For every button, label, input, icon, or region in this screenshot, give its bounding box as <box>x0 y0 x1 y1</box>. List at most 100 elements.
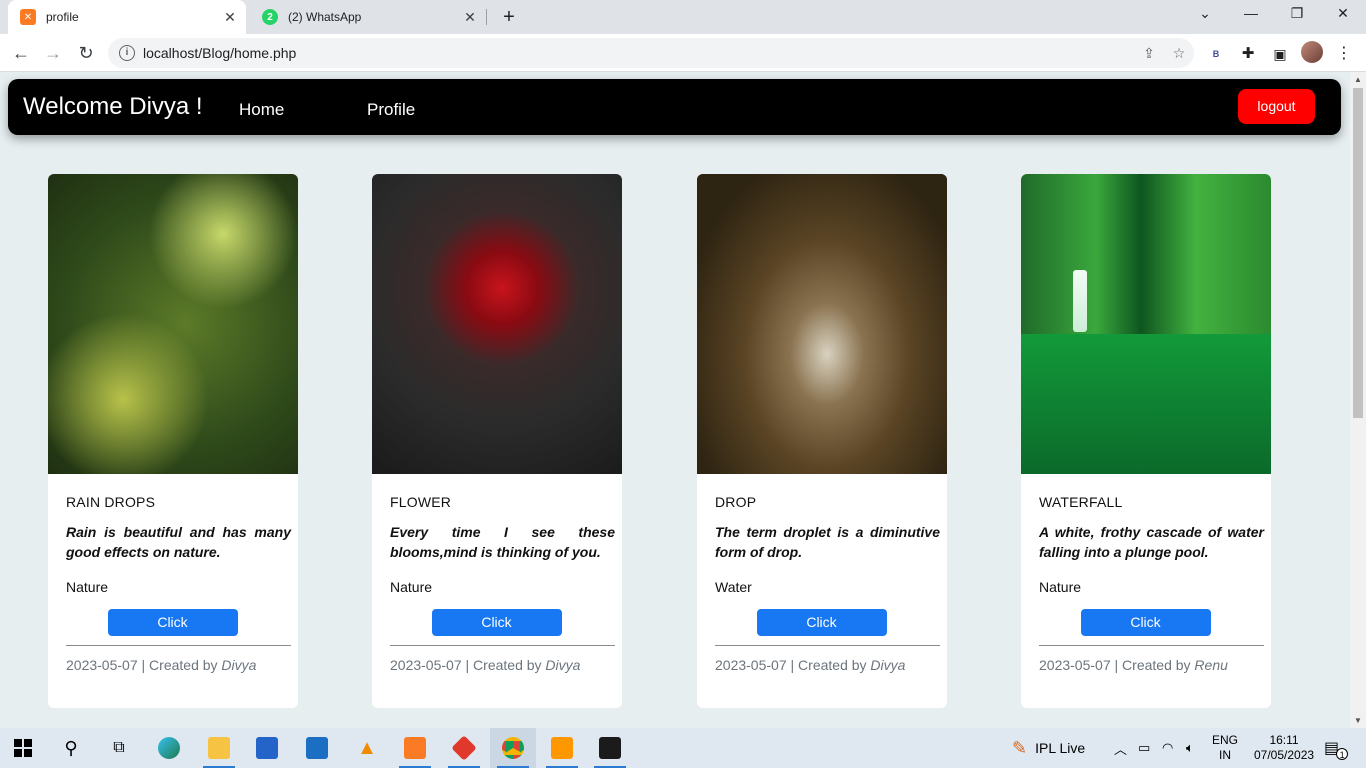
share-icon[interactable]: ⇪ <box>1134 45 1164 62</box>
address-bar[interactable]: i localhost/Blog/home.php ⇪ ☆ <box>108 38 1194 68</box>
window-close-icon[interactable]: ✕ <box>1328 5 1358 22</box>
windows-start-icon[interactable] <box>0 728 46 768</box>
battery-icon[interactable]: ▭ <box>1138 728 1150 768</box>
language-indicator[interactable]: ENG IN <box>1212 728 1238 768</box>
post-author: Divya <box>545 657 581 673</box>
post-category: Water <box>715 579 752 595</box>
post-author: Renu <box>1194 657 1228 673</box>
volume-icon[interactable]: 🔈︎ <box>1186 728 1194 768</box>
notification-count: 1 <box>1336 748 1349 760</box>
clock-date: 07/05/2023 <box>1254 748 1315 762</box>
post-description: Rain is beautiful and has many good effe… <box>66 524 291 560</box>
tab-profile[interactable]: ✕ profile ✕ <box>8 0 246 34</box>
cricket-icon: ✎ <box>1012 737 1028 758</box>
post-click-button[interactable]: Click <box>431 609 562 636</box>
tab-search-icon[interactable]: ⌄ <box>1190 5 1220 22</box>
post-image <box>697 174 947 474</box>
mail-icon[interactable] <box>294 728 340 768</box>
created-by-label: | Created by <box>465 657 542 673</box>
post-date: 2023-05-07 <box>715 657 787 673</box>
chrome-icon[interactable] <box>490 728 536 768</box>
post-date: 2023-05-07 <box>1039 657 1111 673</box>
sublime-text-icon[interactable] <box>539 728 585 768</box>
post-meta: 2023-05-07 | Created by Divya <box>66 657 291 673</box>
created-by-label: | Created by <box>141 657 218 673</box>
region-code: IN <box>1219 748 1231 762</box>
post-author: Divya <box>221 657 257 673</box>
wifi-icon[interactable]: ◠ <box>1162 728 1173 768</box>
extension-badge[interactable]: B <box>1206 44 1226 64</box>
terminal-icon[interactable] <box>587 728 633 768</box>
close-icon[interactable]: ✕ <box>220 9 240 26</box>
vlc-icon[interactable]: ▲ <box>344 728 390 768</box>
site-navbar: Welcome Divya ! Home Profile logout <box>8 79 1341 135</box>
chevron-up-icon[interactable]: ︿ <box>1114 728 1127 768</box>
nav-link-profile[interactable]: Profile <box>367 100 415 120</box>
reload-icon[interactable]: ↻ <box>74 41 98 65</box>
post-image <box>48 174 298 474</box>
post-card-flower: FLOWER Every time I see these blooms,min… <box>372 174 622 708</box>
forward-icon[interactable]: → <box>41 41 65 65</box>
search-icon[interactable]: ⚲ <box>48 728 94 768</box>
notification-center[interactable]: ▤ 1 <box>1324 728 1351 768</box>
xampp-icon: ✕ <box>20 9 36 25</box>
logout-button[interactable]: logout <box>1238 89 1315 124</box>
page-scrollbar[interactable]: ▲ ▼ <box>1350 72 1366 728</box>
post-card-drop: DROP The term droplet is a diminutive fo… <box>697 174 947 708</box>
back-icon[interactable]: ← <box>9 41 33 65</box>
post-title: RAIN DROPS <box>66 494 156 510</box>
post-card-rain-drops: RAIN DROPS Rain is beautiful and has man… <box>48 174 298 708</box>
clock[interactable]: 16:11 07/05/2023 <box>1254 728 1314 768</box>
post-author: Divya <box>870 657 906 673</box>
minimize-icon[interactable]: — <box>1236 5 1266 21</box>
language-code: ENG <box>1212 733 1239 747</box>
weather-widget[interactable]: ✎ IPL Live <box>1012 728 1085 768</box>
xampp-taskbar-icon[interactable] <box>392 728 438 768</box>
created-by-label: | Created by <box>790 657 867 673</box>
menu-kebab-icon[interactable]: ⋮ <box>1334 44 1354 64</box>
clock-time: 16:11 <box>1269 733 1299 747</box>
page-viewport: Welcome Divya ! Home Profile logout RAIN… <box>0 72 1350 728</box>
side-panel-icon[interactable]: ▣ <box>1270 44 1290 64</box>
post-click-button[interactable]: Click <box>756 609 887 636</box>
close-icon[interactable]: ✕ <box>460 9 480 26</box>
site-info-icon[interactable]: i <box>119 45 135 61</box>
post-meta: 2023-05-07 | Created by Divya <box>390 657 615 673</box>
scrollbar-thumb[interactable] <box>1353 88 1363 418</box>
post-title: DROP <box>715 494 757 510</box>
card-divider <box>1039 645 1264 646</box>
nav-link-home[interactable]: Home <box>239 100 284 120</box>
card-divider <box>390 645 615 646</box>
extensions-puzzle-icon[interactable]: ✚ <box>1238 44 1258 64</box>
post-description: Every time I see these blooms,mind is th… <box>390 524 615 560</box>
post-click-button[interactable]: Click <box>1080 609 1211 636</box>
restore-icon[interactable]: ❐ <box>1282 5 1312 22</box>
edge-browser-icon[interactable] <box>146 728 192 768</box>
store-icon[interactable] <box>244 728 290 768</box>
browser-toolbar: ← → ↻ i localhost/Blog/home.php ⇪ ☆ B ✚ … <box>0 34 1366 72</box>
task-view-icon[interactable]: ⧉ <box>96 728 142 768</box>
tab-whatsapp[interactable]: 2 (2) WhatsApp ✕ <box>250 0 486 34</box>
scroll-up-icon[interactable]: ▲ <box>1350 75 1366 84</box>
post-click-button[interactable]: Click <box>107 609 238 636</box>
tab-title: (2) WhatsApp <box>288 10 362 24</box>
welcome-heading: Welcome Divya ! <box>23 93 203 120</box>
address-url[interactable]: localhost/Blog/home.php <box>143 45 1134 61</box>
bookmark-star-icon[interactable]: ☆ <box>1164 45 1194 62</box>
post-description: The term droplet is a diminutive form of… <box>715 524 940 560</box>
post-title: FLOWER <box>390 494 452 510</box>
new-tab-icon[interactable]: + <box>498 6 520 28</box>
post-image <box>372 174 622 474</box>
tab-title: profile <box>46 10 79 24</box>
post-description: A white, frothy cascade of water falling… <box>1039 524 1264 560</box>
windows-taskbar: ⚲ ⧉ ▲ ✎ IPL Live ︿ ▭ ◠ 🔈︎ ENG IN 16:11 0… <box>0 728 1366 768</box>
post-date: 2023-05-07 <box>390 657 462 673</box>
whatsapp-icon: 2 <box>262 9 278 25</box>
post-card-waterfall: WATERFALL A white, frothy cascade of wat… <box>1021 174 1271 708</box>
post-category: Nature <box>390 579 433 595</box>
git-icon[interactable] <box>441 728 487 768</box>
scroll-down-icon[interactable]: ▼ <box>1350 716 1366 725</box>
profile-avatar[interactable] <box>1301 41 1323 63</box>
post-image <box>1021 174 1271 474</box>
file-explorer-icon[interactable] <box>196 728 242 768</box>
